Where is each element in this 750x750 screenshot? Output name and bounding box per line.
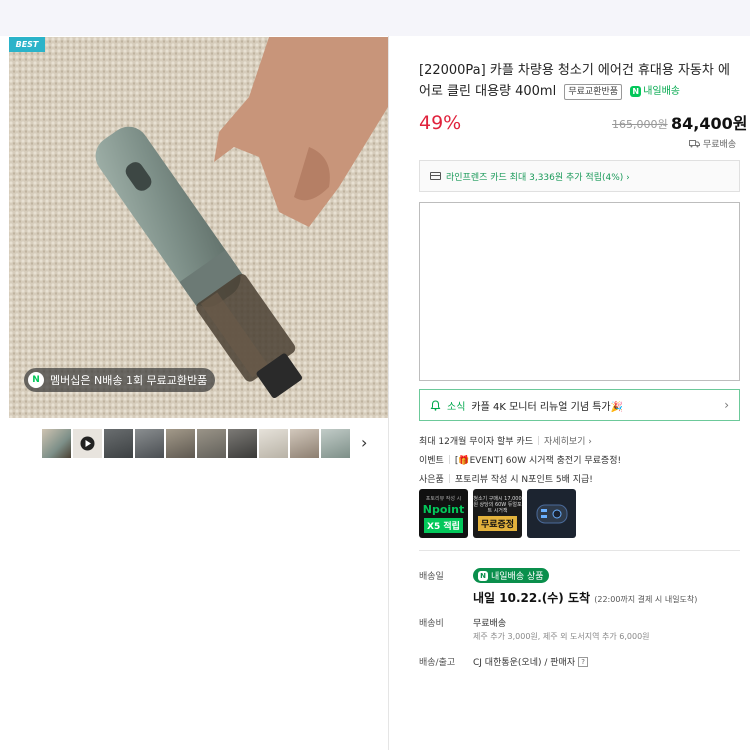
tomorrow-delivery-tag: N 내일배송 bbox=[630, 81, 680, 102]
gift-text: 포토리뷰 작성 시 N포인트 5배 지급! bbox=[454, 475, 593, 485]
npoint-banner[interactable]: 포토리뷰 작성 시 Npoint X5 적립 bbox=[419, 489, 468, 538]
shipping-company-value: CJ 대한통운(오네) / 판매자 bbox=[473, 658, 576, 668]
naver-n-icon: N bbox=[28, 372, 44, 388]
arrival-date: 내일 10.22.(수) 도착 bbox=[473, 591, 591, 605]
shipping-company: CJ 대한통운(오네) / 판매자 ? bbox=[473, 655, 589, 668]
arrival-info: 내일 10.22.(수) 도착 (22:00까지 결제 시 내일도착) bbox=[473, 589, 697, 606]
tomorrow-delivery-label: 내일배송 bbox=[643, 86, 680, 97]
discount-rate: 49% bbox=[419, 112, 462, 134]
thumbnail[interactable] bbox=[197, 429, 226, 458]
shipping-fee-extra: 제주 추가 3,000원, 제주 외 도서지역 추가 6,000원 bbox=[473, 632, 650, 641]
benefit-info: 최대 12개월 무이자 할부 카드 | 자세히보기 › 이벤트 | [🎁EVEN… bbox=[419, 431, 621, 488]
gift-label: 무료증정 bbox=[477, 516, 518, 531]
separator: | bbox=[447, 473, 451, 484]
card-icon bbox=[430, 172, 441, 180]
event-text[interactable]: [🎁EVENT] 60W 시거잭 충전기 무료증정! bbox=[455, 453, 621, 466]
shipping-company-label: 배송/출고 bbox=[419, 658, 456, 668]
tomorrow-delivery-badge: N 내일배송 상품 bbox=[473, 568, 549, 583]
banner-caption: 청소기 구매시 17,000원 상당의 60W 듀얼포트 시거잭 bbox=[473, 496, 522, 514]
thumbnail[interactable] bbox=[104, 429, 133, 458]
card-benefit-text: 라인프렌즈 카드 최대 3,336원 추가 적립(4%) › bbox=[446, 172, 630, 183]
free-return-tag[interactable]: 무료교환반품 bbox=[564, 83, 623, 100]
separator: | bbox=[447, 454, 451, 465]
gift-row: 사은품 | 포토리뷰 작성 시 N포인트 5배 지급! bbox=[419, 469, 621, 488]
news-text: 카플 4K 모니터 리뉴얼 기념 특가🎉 bbox=[471, 401, 624, 413]
thumbnail[interactable] bbox=[135, 429, 164, 458]
npoint-label: Npoint bbox=[422, 502, 465, 516]
tomorrow-badge-label: 내일배송 상품 bbox=[491, 572, 544, 582]
option-area[interactable] bbox=[419, 202, 740, 381]
card-benefit-box[interactable]: 라인프렌즈 카드 최대 3,336원 추가 적립(4%) › bbox=[419, 160, 740, 192]
thumbnail-next-icon[interactable]: › bbox=[361, 433, 367, 452]
banner-caption: 포토리뷰 작성 시 bbox=[425, 495, 462, 502]
play-icon bbox=[80, 436, 95, 451]
installment-row: 최대 12개월 무이자 할부 카드 | 자세히보기 › bbox=[419, 431, 621, 450]
truck-icon bbox=[689, 139, 700, 147]
bell-icon bbox=[430, 399, 441, 411]
free-shipping-label: 무료배송 bbox=[703, 140, 737, 150]
thumbnail[interactable] bbox=[166, 429, 195, 458]
thumbnail[interactable] bbox=[42, 429, 71, 458]
x5-label: X5 적립 bbox=[424, 517, 463, 533]
gift-banner[interactable]: 청소기 구매시 17,000원 상당의 60W 듀얼포트 시거잭 무료증정 bbox=[473, 489, 522, 538]
promo-banners: 포토리뷰 작성 시 Npoint X5 적립 청소기 구매시 17,000원 상… bbox=[419, 489, 576, 538]
shipping-fee-value: 무료배송 bbox=[473, 619, 507, 629]
news-banner[interactable]: 소식 카플 4K 모니터 리뉴얼 기념 특가🎉 › bbox=[419, 389, 740, 421]
membership-banner[interactable]: N 멤버십은 N배송 1회 무료교환반품 bbox=[24, 368, 216, 392]
thumbnail[interactable] bbox=[259, 429, 288, 458]
naver-n-icon: N bbox=[478, 570, 488, 581]
separator: | bbox=[536, 435, 541, 446]
event-label: 이벤트 bbox=[419, 456, 444, 466]
chevron-right-icon: › bbox=[724, 398, 729, 412]
shipping-fee-label: 배송비 bbox=[419, 619, 444, 629]
gift-label: 사은품 bbox=[419, 475, 444, 485]
membership-text: 멤버십은 N배송 1회 무료교환반품 bbox=[50, 374, 208, 387]
car-charger-icon bbox=[536, 504, 568, 524]
original-price: 165,000원 bbox=[612, 118, 668, 131]
sale-price: 84,400원 bbox=[671, 114, 748, 133]
charger-banner[interactable] bbox=[527, 489, 576, 538]
news-label: 소식 bbox=[447, 401, 466, 413]
event-row: 이벤트 | [🎁EVENT] 60W 시거잭 충전기 무료증정! bbox=[419, 450, 621, 469]
thumbnail[interactable] bbox=[290, 429, 319, 458]
thumbnail-video[interactable] bbox=[73, 429, 102, 458]
naver-n-icon: N bbox=[630, 86, 642, 97]
arrival-note: (22:00까지 결제 시 내일도착) bbox=[594, 595, 698, 604]
installment-text: 최대 12개월 무이자 할부 카드 bbox=[419, 437, 533, 447]
divider bbox=[419, 550, 740, 551]
best-badge: BEST bbox=[9, 37, 45, 52]
main-product-image[interactable] bbox=[9, 37, 388, 418]
delivery-date-label: 배송일 bbox=[419, 572, 444, 582]
product-title: [22000Pa] 카플 차량용 청소기 에어건 휴대용 자동차 에어로 클린 … bbox=[419, 60, 741, 102]
column-divider bbox=[388, 36, 389, 750]
thumbnail-strip bbox=[42, 429, 350, 458]
thumbnail[interactable] bbox=[228, 429, 257, 458]
installment-more-link[interactable]: 자세히보기 › bbox=[544, 434, 592, 447]
top-bar bbox=[0, 0, 750, 36]
thumbnail[interactable] bbox=[321, 429, 350, 458]
free-shipping-info: 무료배송 bbox=[689, 137, 736, 150]
help-icon[interactable]: ? bbox=[578, 656, 589, 667]
